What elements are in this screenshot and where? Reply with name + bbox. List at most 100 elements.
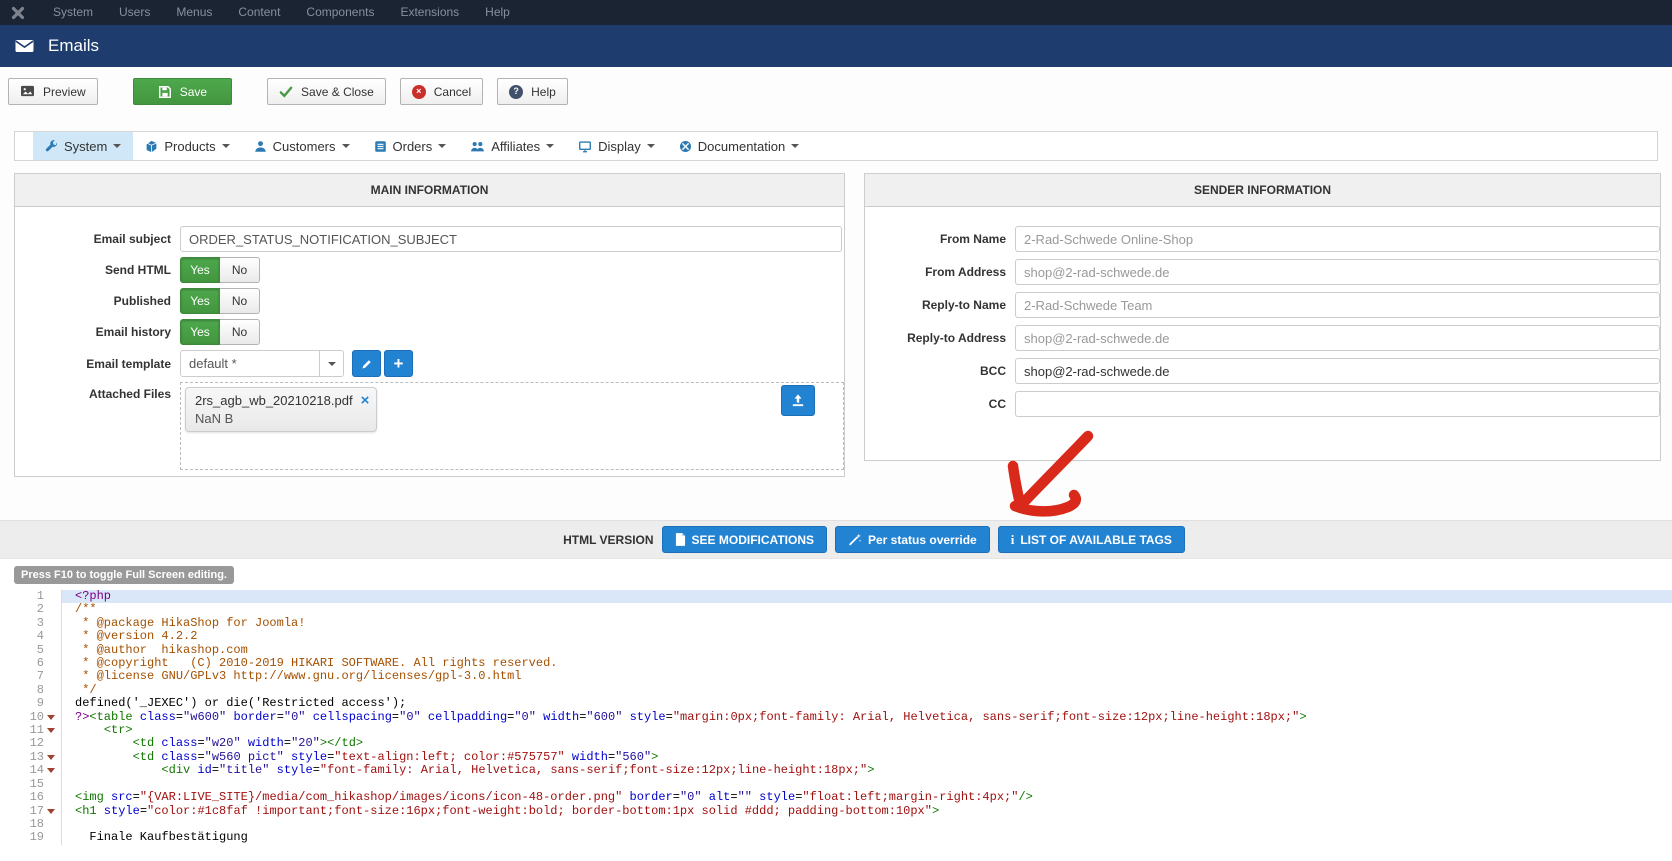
bcc-input[interactable] (1015, 358, 1660, 384)
menu-item-label: Orders (393, 139, 433, 154)
send-html-toggle: Yes No (180, 257, 260, 283)
help-icon: ? (509, 85, 523, 99)
email-template-select[interactable]: default * (180, 350, 344, 377)
preview-button[interactable]: Preview (8, 78, 98, 105)
see-modifications-button[interactable]: SEE MODIFICATIONS (662, 526, 827, 553)
topbar-item-content[interactable]: Content (225, 0, 293, 25)
cancel-button[interactable]: × Cancel (400, 78, 483, 105)
toggle-yes[interactable]: Yes (180, 288, 220, 314)
list-of-available-tags-button[interactable]: iLIST OF AVAILABLE TAGS (998, 526, 1185, 553)
field-label: Published (15, 294, 180, 308)
button-label: Cancel (434, 85, 471, 99)
attached-files-row: Attached Files 2rs_agb_wb_20210218.pdf ×… (15, 382, 844, 470)
fold-spacer (44, 832, 57, 845)
menu-item-display[interactable]: Display (566, 132, 667, 160)
menu-item-affiliates[interactable]: Affiliates (458, 132, 566, 160)
topbar-item-system[interactable]: System (40, 0, 106, 25)
cc-input[interactable] (1015, 391, 1660, 417)
fold-marker-icon[interactable] (44, 805, 57, 818)
code-line: 9defined('_JEXEC') or die('Restricted ac… (0, 697, 1672, 710)
toggle-no[interactable]: No (220, 257, 260, 283)
topbar-menu: SystemUsersMenusContentComponentsExtensi… (40, 0, 523, 25)
bcc-row: BCC (865, 358, 1660, 384)
line-gutter: 19 (0, 831, 62, 844)
from-name-input[interactable] (1015, 226, 1660, 252)
code-content[interactable]: Finale Kaufbestätigung (62, 831, 1672, 844)
toolbar: Preview Save Save & Close × Cancel ? Hel… (0, 67, 1672, 105)
line-gutter: 2 (0, 603, 62, 616)
admin-topbar: SystemUsersMenusContentComponentsExtensi… (0, 0, 1672, 25)
toggle-yes[interactable]: Yes (180, 257, 220, 283)
fold-marker-icon[interactable] (44, 764, 57, 777)
fold-marker-icon[interactable] (44, 751, 57, 764)
toggle-no[interactable]: No (220, 288, 260, 314)
menu-item-products[interactable]: Products (133, 132, 241, 160)
send-html-row: Send HTML Yes No (15, 257, 844, 283)
fold-marker-icon[interactable] (44, 711, 57, 724)
line-number: 12 (30, 737, 44, 750)
code-content[interactable] (62, 778, 1672, 791)
topbar-item-menus[interactable]: Menus (163, 0, 225, 25)
email-template-row: Email template default * + (15, 350, 844, 377)
users-icon (470, 140, 485, 153)
code-content[interactable]: <h1 style="color:#1c8faf !important;font… (62, 805, 1672, 818)
add-template-button[interactable]: + (384, 350, 413, 377)
reply-to-address-input[interactable] (1015, 325, 1660, 351)
code-line: 12 <td class="w20" width="20"></td> (0, 737, 1672, 750)
code-content[interactable]: * @copyright (C) 2010-2019 HIKARI SOFTWA… (62, 657, 1672, 670)
line-number: 2 (37, 603, 44, 616)
fold-marker-icon[interactable] (44, 724, 57, 737)
line-gutter: 4 (0, 630, 62, 643)
code-content[interactable]: <img src="{VAR:LIVE_SITE}/media/com_hika… (62, 791, 1672, 804)
toggle-yes[interactable]: Yes (180, 319, 220, 345)
code-content[interactable]: * @version 4.2.2 (62, 630, 1672, 643)
code-content[interactable]: <td class="w20" width="20"></td> (62, 737, 1672, 750)
menu-item-orders[interactable]: Orders (362, 132, 459, 160)
menu-item-customers[interactable]: Customers (242, 132, 362, 160)
remove-file-icon[interactable]: × (361, 393, 370, 408)
code-content[interactable]: * @package HikaShop for Joomla! (62, 617, 1672, 630)
fold-spacer (44, 617, 57, 630)
toggle-no[interactable]: No (220, 319, 260, 345)
code-content[interactable]: /** (62, 603, 1672, 616)
line-number: 7 (37, 670, 44, 683)
chevron-down-icon[interactable] (319, 351, 343, 376)
email-history-row: Email history Yes No (15, 319, 844, 345)
code-content[interactable] (62, 818, 1672, 831)
email-subject-input[interactable] (180, 226, 842, 252)
line-number: 19 (30, 831, 44, 844)
code-content[interactable]: * @author hikashop.com (62, 644, 1672, 657)
edit-template-button[interactable] (352, 350, 381, 377)
save-button[interactable]: Save (133, 78, 232, 105)
line-number: 5 (37, 644, 44, 657)
menu-item-system[interactable]: System (33, 132, 133, 160)
attached-files-dropzone[interactable]: 2rs_agb_wb_20210218.pdf × NaN B (180, 382, 844, 470)
code-area[interactable]: 1<?php2/**3 * @package HikaShop for Joom… (0, 559, 1672, 845)
code-editor[interactable]: Press F10 to toggle Full Screen editing.… (0, 559, 1672, 861)
code-line: 8 */ (0, 684, 1672, 697)
topbar-item-extensions[interactable]: Extensions (387, 0, 472, 25)
code-content[interactable]: <div id="title" style="font-family: Aria… (62, 764, 1672, 777)
topbar-item-components[interactable]: Components (293, 0, 387, 25)
save-close-button[interactable]: Save & Close (267, 78, 386, 105)
topbar-item-help[interactable]: Help (472, 0, 523, 25)
reply-to-name-input[interactable] (1015, 292, 1660, 318)
fold-spacer (44, 604, 57, 617)
upload-button[interactable] (781, 385, 815, 416)
code-line: 1 <?php (0, 590, 1672, 603)
from-address-input[interactable] (1015, 259, 1660, 285)
topbar-item-users[interactable]: Users (106, 0, 163, 25)
per-status-override-button[interactable]: Per status override (835, 526, 990, 553)
panel-title: MAIN INFORMATION (15, 174, 844, 207)
code-content[interactable]: <td class="w560 pict" style="text-align:… (62, 751, 1672, 764)
menu-item-documentation[interactable]: Documentation (667, 132, 811, 160)
code-content[interactable]: <?php (62, 590, 1672, 603)
line-number: 1 (37, 590, 44, 603)
code-content[interactable]: */ (62, 684, 1672, 697)
code-content[interactable]: defined('_JEXEC') or die('Restricted acc… (62, 697, 1672, 710)
code-content[interactable]: * @license GNU/GPLv3 http://www.gnu.org/… (62, 670, 1672, 683)
code-line: 18 (0, 818, 1672, 831)
code-content[interactable]: <tr> (62, 724, 1672, 737)
code-content[interactable]: ?><table class="w600" border="0" cellspa… (62, 711, 1672, 724)
help-button[interactable]: ? Help (497, 78, 568, 105)
